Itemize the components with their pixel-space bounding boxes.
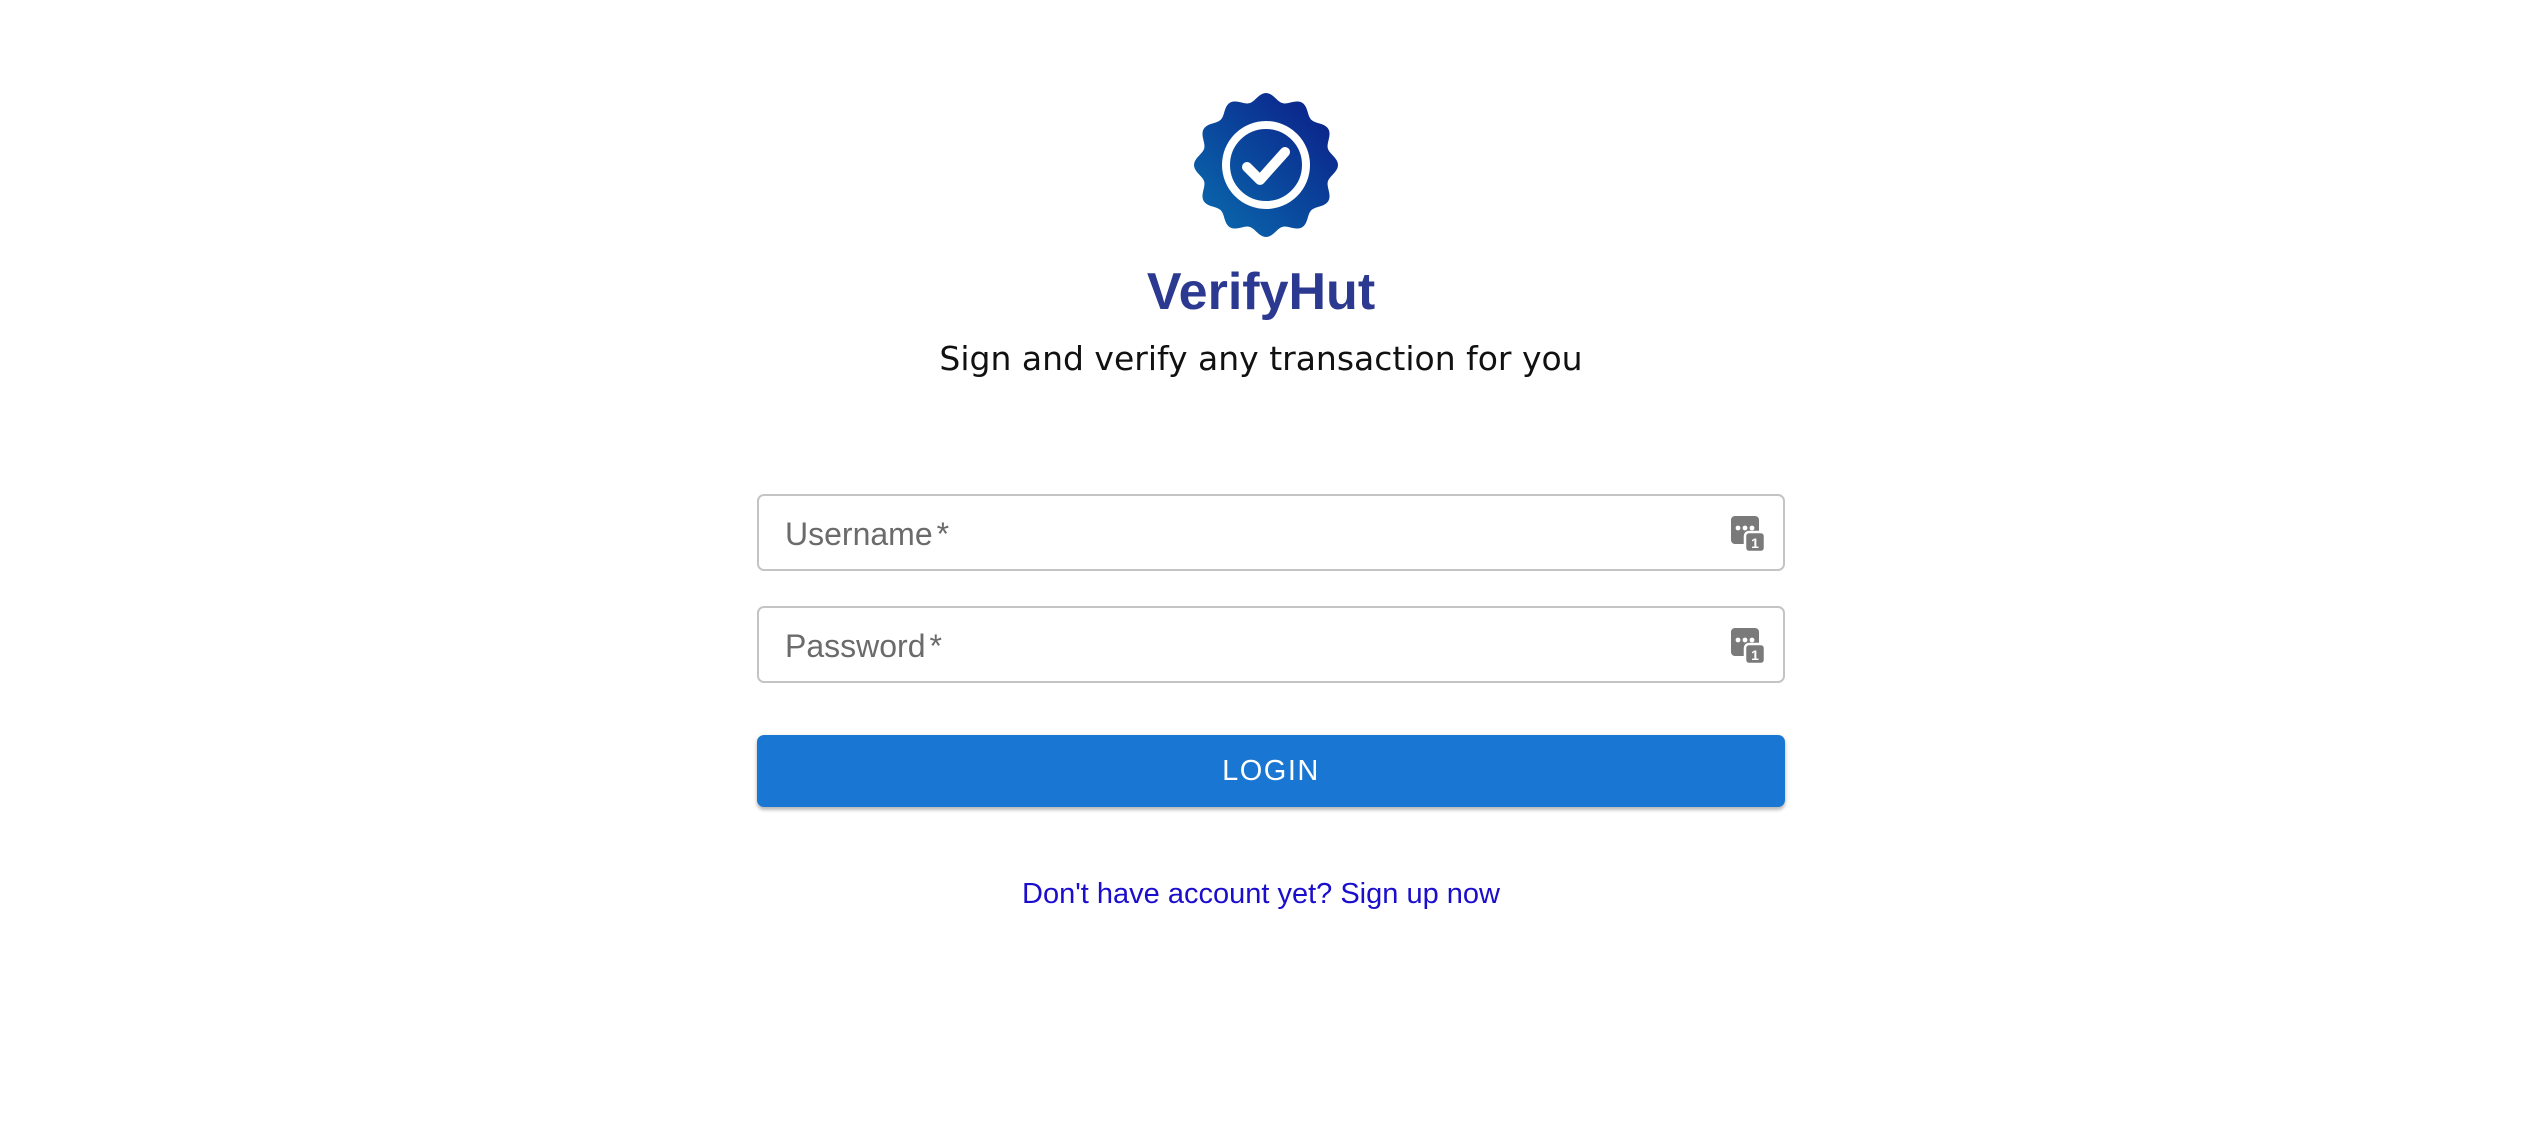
password-field[interactable]: Password * 1 xyxy=(757,606,1785,683)
password-manager-icon[interactable]: 1 xyxy=(1731,516,1765,552)
password-input[interactable] xyxy=(759,608,1783,681)
username-input[interactable] xyxy=(759,496,1783,569)
app-tagline: Sign and verify any transaction for you xyxy=(939,339,1583,378)
verified-badge-icon xyxy=(1194,93,1338,237)
password-manager-icon[interactable]: 1 xyxy=(1731,628,1765,664)
svg-text:1: 1 xyxy=(1751,647,1759,663)
signup-prompt: Don't have account yet? Sign up now xyxy=(0,874,2522,914)
badge-scalloped-shape xyxy=(1194,93,1338,237)
login-button[interactable]: LOGIN xyxy=(757,735,1785,807)
username-field[interactable]: Username * 1 xyxy=(757,494,1785,571)
app-title: VerifyHut xyxy=(1146,263,1376,321)
svg-text:1: 1 xyxy=(1751,535,1759,551)
signup-link[interactable]: Don't have account yet? Sign up now xyxy=(1022,878,1500,910)
login-page: VerifyHut Sign and verify any transactio… xyxy=(0,0,2522,1144)
